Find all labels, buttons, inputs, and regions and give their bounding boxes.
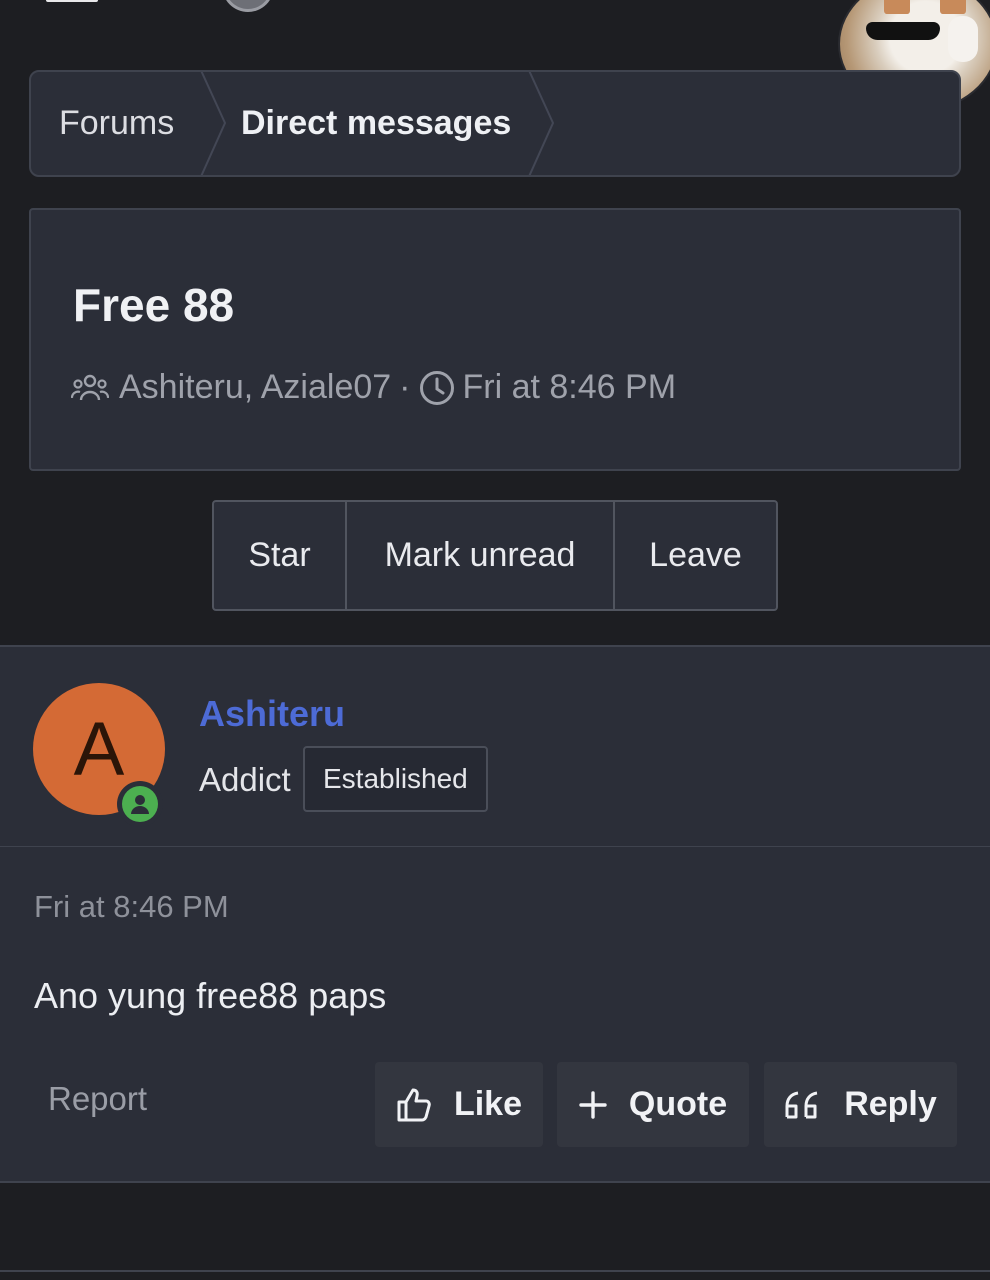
author-title: Addict — [199, 761, 291, 798]
breadcrumb-forums[interactable]: Forums — [59, 72, 174, 175]
leave-button[interactable]: Leave — [615, 502, 776, 609]
author-username[interactable]: Ashiteru — [199, 693, 345, 735]
plus-icon — [579, 1090, 607, 1119]
avatar-initial: A — [73, 706, 125, 792]
quote-label: Quote — [628, 1085, 728, 1123]
online-status-icon — [117, 781, 163, 827]
message-body: Ano yung free88 paps — [34, 975, 387, 1016]
user-banner-badge: Established — [303, 746, 488, 812]
next-message-edge — [0, 1270, 990, 1280]
thread-time: Fri at 8:46 PM — [462, 368, 677, 406]
cat-paw-image — [948, 16, 978, 62]
clock-icon — [419, 370, 455, 406]
breadcrumb: Forums Direct messages — [29, 70, 961, 177]
sunglasses-image — [866, 22, 940, 40]
meta-separator: · — [399, 368, 411, 406]
thread-participants[interactable]: Ashiteru, Aziale07 — [119, 368, 391, 407]
like-label: Like — [453, 1085, 523, 1123]
thread-title: Free 88 — [73, 279, 235, 331]
quote-button[interactable]: Quote — [557, 1062, 749, 1147]
chevron-right-icon — [197, 72, 227, 175]
cat-ear-left — [884, 0, 910, 14]
message-time[interactable]: Fri at 8:46 PM — [34, 889, 229, 925]
user-icon[interactable] — [222, 0, 274, 12]
reply-button[interactable]: Reply — [764, 1062, 957, 1147]
conversation-actions: Star Mark unread Leave — [212, 500, 778, 611]
like-button[interactable]: Like — [375, 1062, 543, 1147]
mark-unread-button[interactable]: Mark unread — [347, 502, 615, 609]
quote-marks-icon — [785, 1091, 818, 1118]
chevron-right-icon — [525, 72, 555, 175]
thread-header: Free 88 Ashiteru, Aziale07 · Fri at 8:46… — [29, 208, 961, 471]
thumbs-up-icon — [397, 1088, 431, 1121]
users-icon — [71, 374, 109, 402]
thread-meta: Ashiteru, Aziale07 · Fri at 8:46 PM — [71, 368, 676, 407]
message-author: A Ashiteru Addict Established — [0, 645, 990, 848]
star-button[interactable]: Star — [214, 502, 347, 609]
report-link[interactable]: Report — [48, 1080, 147, 1118]
reply-label: Reply — [844, 1085, 937, 1123]
menu-icon[interactable] — [46, 0, 98, 2]
breadcrumb-direct-messages[interactable]: Direct messages — [241, 72, 511, 175]
message: Fri at 8:46 PM Ano yung free88 paps Repo… — [0, 847, 990, 1183]
cat-ear-right — [940, 0, 966, 14]
